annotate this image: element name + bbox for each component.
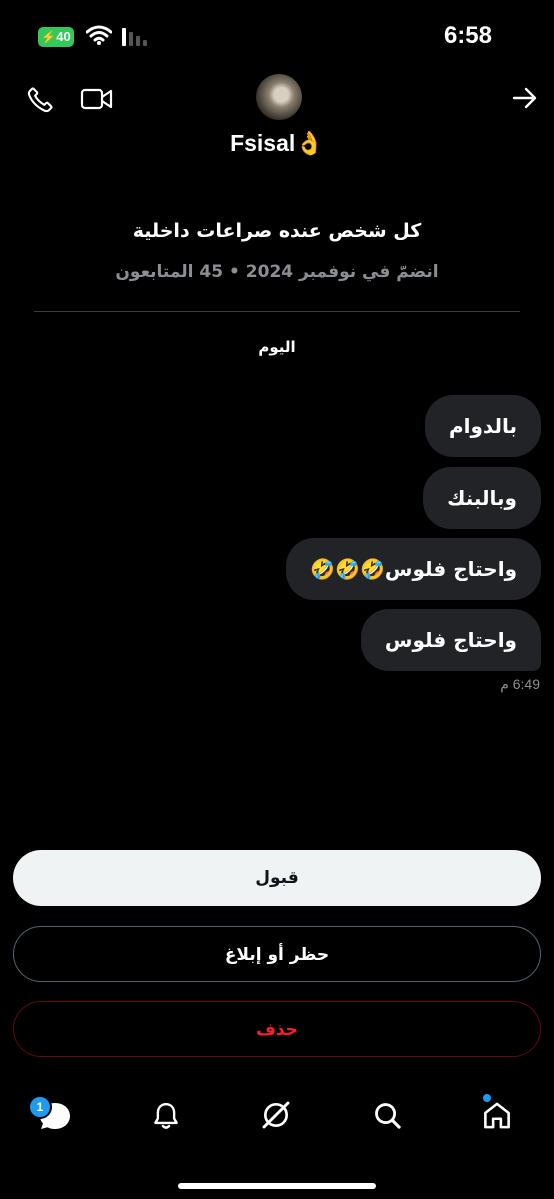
clock: 6:58 — [443, 22, 492, 49]
phone-icon[interactable] — [26, 86, 54, 114]
home-indicator — [178, 1183, 376, 1189]
day-label: اليوم — [258, 338, 296, 356]
block-report-button[interactable]: حظر أو إبلاغ — [13, 926, 541, 982]
profile-bio: كل شخص عنده صراعات داخلية — [132, 220, 422, 242]
battery-indicator: ⚡40 — [38, 27, 74, 47]
back-arrow-icon[interactable] — [511, 86, 539, 110]
profile-meta: انضمّ في نوفمبر 2024 • 45 المتابعون — [115, 262, 439, 282]
divider — [34, 311, 520, 312]
message-bubble[interactable]: وبالبنك — [423, 467, 541, 529]
message-bubble[interactable]: بالدوام — [424, 395, 541, 457]
notifications-icon[interactable] — [151, 1101, 181, 1131]
messages-badge: 1 — [28, 1095, 52, 1119]
delete-button[interactable]: حذف — [13, 1001, 541, 1057]
search-icon[interactable] — [372, 1100, 403, 1131]
avatar[interactable] — [256, 74, 302, 120]
cellular-icon — [122, 28, 147, 46]
message-timestamp: 6:49 م — [500, 676, 540, 692]
message-bubble[interactable]: واحتاج فلوس — [360, 609, 541, 671]
bolt-icon: ⚡ — [41, 30, 57, 44]
message-bubble[interactable]: واحتاج فلوس🤣🤣🤣 — [286, 538, 541, 600]
video-call-icon[interactable] — [80, 87, 114, 111]
home-icon[interactable] — [481, 1100, 513, 1131]
battery-level: 40 — [56, 29, 71, 44]
accept-button[interactable]: قبول — [13, 850, 541, 906]
contact-name[interactable]: Fsisal👌 — [0, 130, 554, 157]
wifi-icon — [86, 25, 112, 45]
grok-icon[interactable] — [260, 1099, 292, 1131]
home-unread-dot — [483, 1094, 491, 1102]
status-bar: ⚡40 6:58 — [0, 0, 554, 72]
